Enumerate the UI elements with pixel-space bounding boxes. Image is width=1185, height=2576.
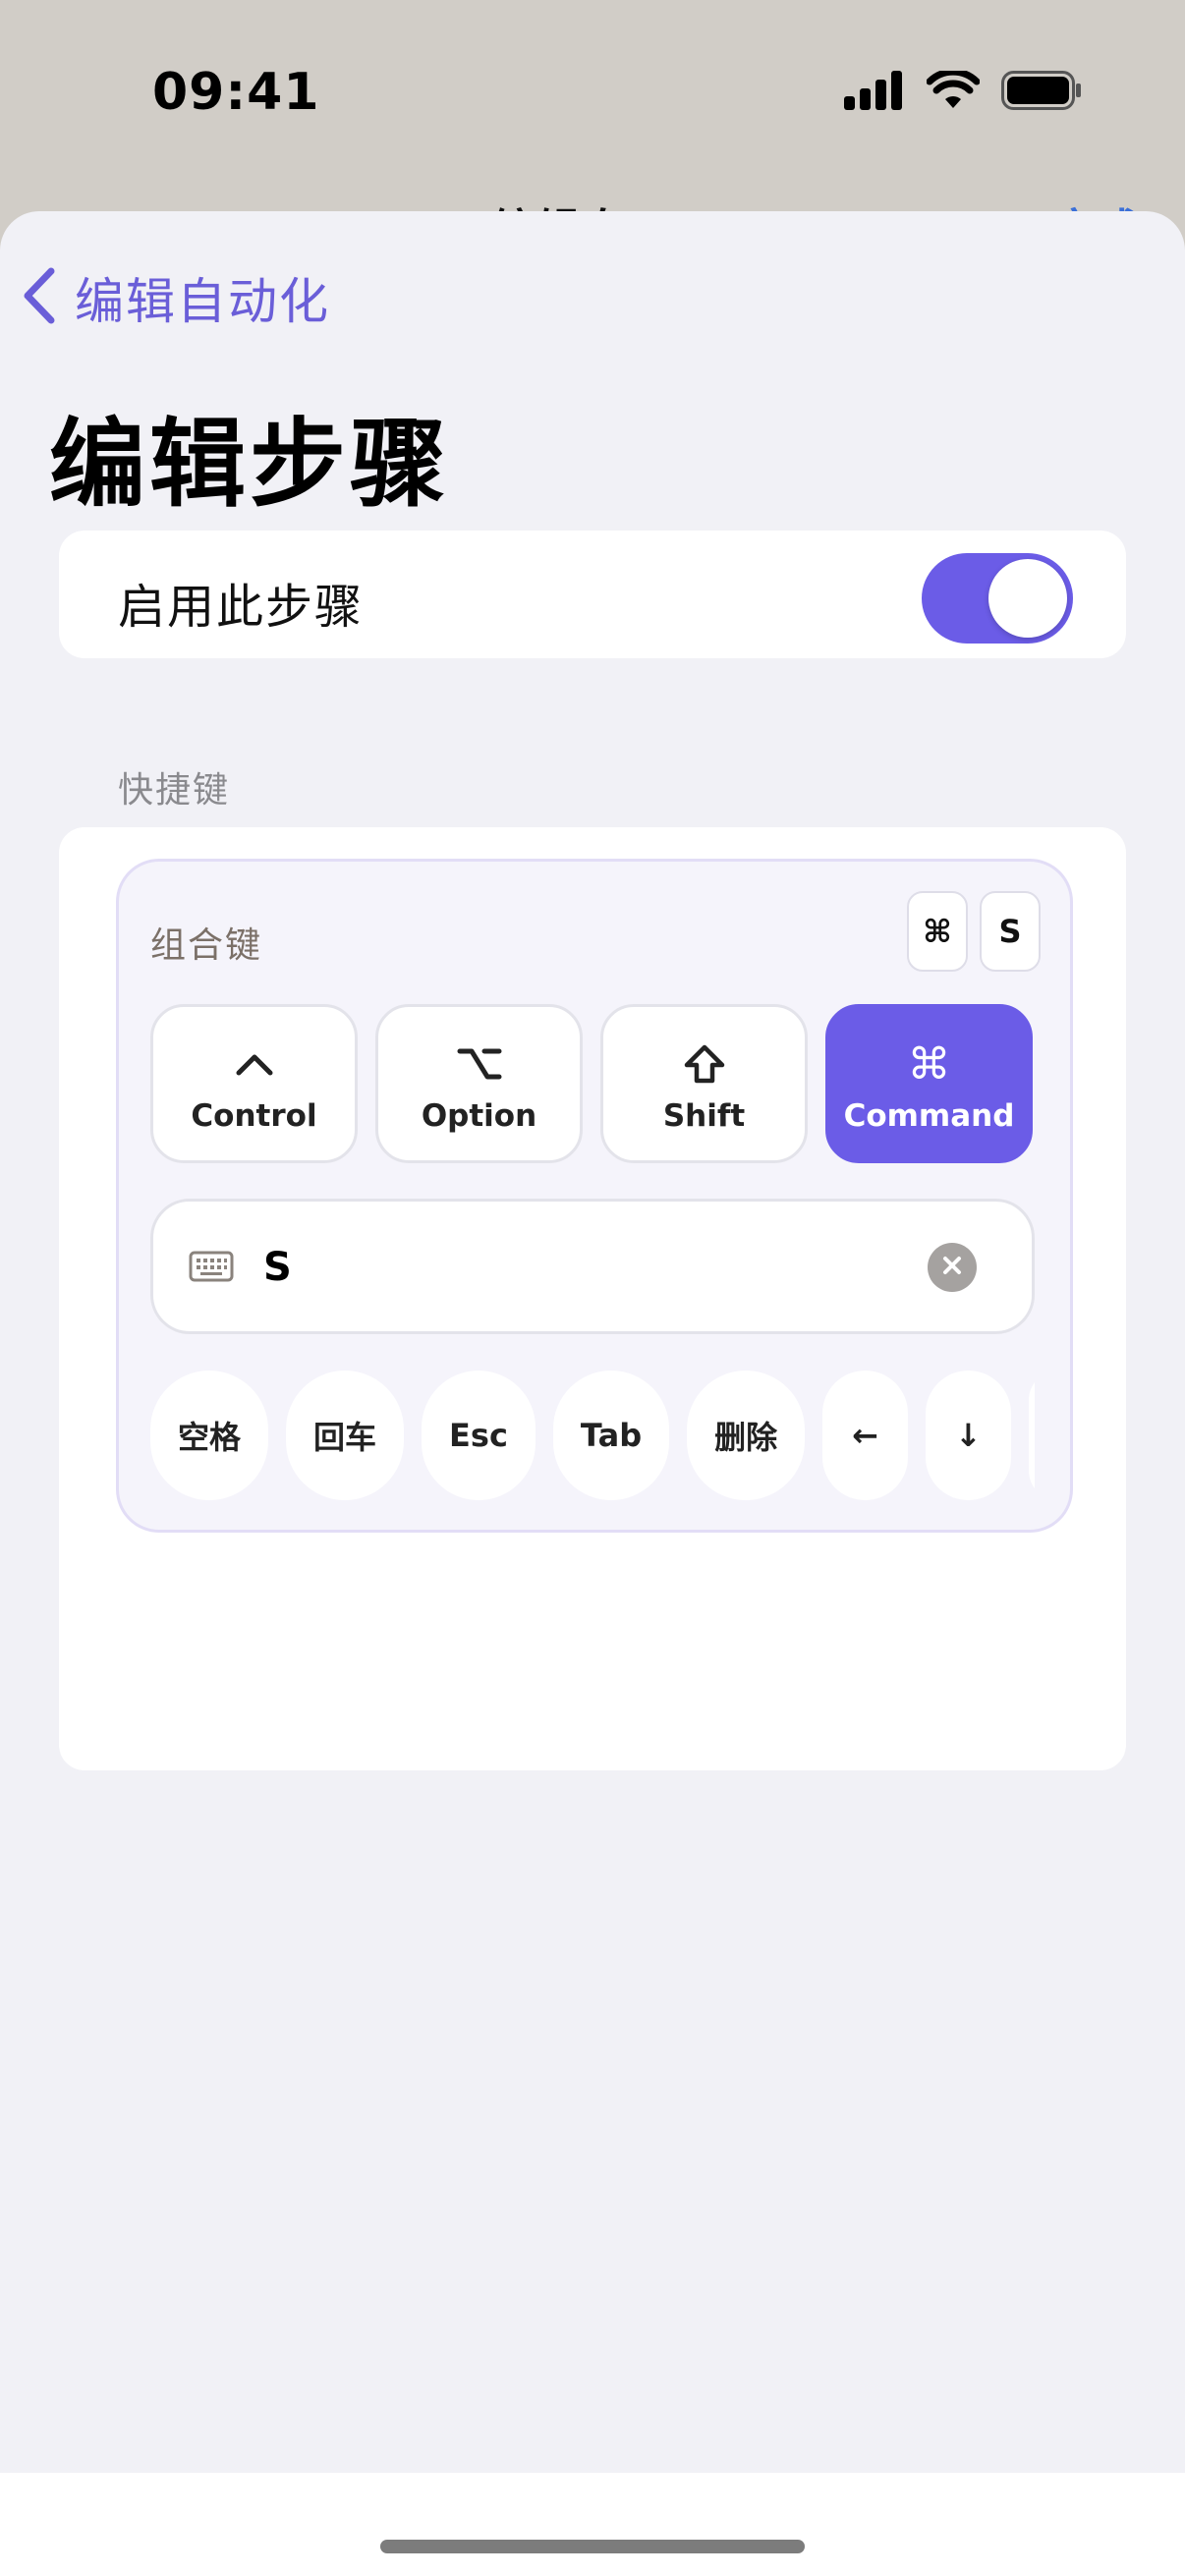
- quick-keys-row: 空格 回车 Esc Tab 删除 ← ↓: [150, 1371, 1035, 1500]
- quick-key-tab[interactable]: Tab: [552, 1371, 670, 1500]
- chevron-left-icon: [22, 267, 57, 328]
- battery-icon: [1001, 71, 1082, 114]
- option-icon: [457, 1034, 502, 1094]
- wifi-icon: [926, 68, 981, 114]
- quick-key-partial[interactable]: [1028, 1371, 1035, 1500]
- modifier-option-button[interactable]: Option: [375, 1004, 583, 1163]
- shortcut-section-header: 快捷键: [118, 770, 231, 811]
- key-input-value: S: [263, 1245, 292, 1290]
- control-icon: [235, 1034, 274, 1094]
- enable-step-row: 启用此步骤: [59, 531, 1126, 658]
- command-icon: ⌘: [907, 1038, 951, 1090]
- quick-key-return[interactable]: 回车: [286, 1371, 405, 1500]
- combo-key-command: ⌘: [907, 891, 968, 972]
- enable-step-label: 启用此步骤: [118, 580, 365, 635]
- status-icons: [844, 68, 1082, 114]
- quick-key-esc[interactable]: Esc: [422, 1371, 536, 1500]
- clear-key-button[interactable]: [928, 1243, 977, 1292]
- back-button-label: 编辑自动化: [75, 273, 330, 330]
- toggle-knob: [988, 559, 1067, 638]
- shift-icon: [683, 1034, 726, 1094]
- quick-key-delete[interactable]: 删除: [687, 1371, 806, 1500]
- bottom-safe-area: [0, 2473, 1185, 2576]
- home-indicator[interactable]: [380, 2540, 805, 2553]
- modifier-control-button[interactable]: Control: [150, 1004, 358, 1163]
- combo-preview: ⌘ S: [907, 891, 1041, 972]
- modifier-option-label: Option: [421, 1098, 537, 1134]
- shortcut-card: 组合键 ⌘ S Control Option Shift ⌘ Command S…: [59, 827, 1126, 1770]
- modifier-shift-button[interactable]: Shift: [600, 1004, 808, 1163]
- combo-label: 组合键: [150, 925, 263, 966]
- keyboard-icon: [189, 1251, 234, 1286]
- quick-key-space[interactable]: 空格: [150, 1371, 269, 1500]
- key-input-field[interactable]: S: [150, 1199, 1035, 1334]
- modifier-keys: Control Option Shift ⌘ Command: [150, 1004, 1033, 1163]
- modifier-command-button[interactable]: ⌘ Command: [825, 1004, 1033, 1163]
- status-time: 09:41: [152, 63, 320, 122]
- quick-key-down-arrow[interactable]: ↓: [925, 1371, 1011, 1500]
- modifier-command-label: Command: [843, 1098, 1015, 1134]
- close-icon: [940, 1254, 964, 1281]
- combo-key-s: S: [980, 891, 1041, 972]
- quick-key-left-arrow[interactable]: ←: [822, 1371, 908, 1500]
- cellular-signal-icon: [844, 71, 905, 114]
- page-title: 编辑步骤: [49, 409, 451, 521]
- back-button[interactable]: 编辑自动化: [22, 262, 330, 333]
- shortcut-editor-panel: 组合键 ⌘ S Control Option Shift ⌘ Command S…: [116, 859, 1073, 1533]
- modifier-control-label: Control: [191, 1098, 317, 1134]
- edit-step-sheet: 编辑自动化 编辑步骤 启用此步骤 快捷键 组合键 ⌘ S Control Opt…: [0, 211, 1185, 2576]
- enable-step-toggle[interactable]: [922, 553, 1073, 644]
- modifier-shift-label: Shift: [662, 1098, 746, 1134]
- status-bar: 09:41: [0, 0, 1185, 196]
